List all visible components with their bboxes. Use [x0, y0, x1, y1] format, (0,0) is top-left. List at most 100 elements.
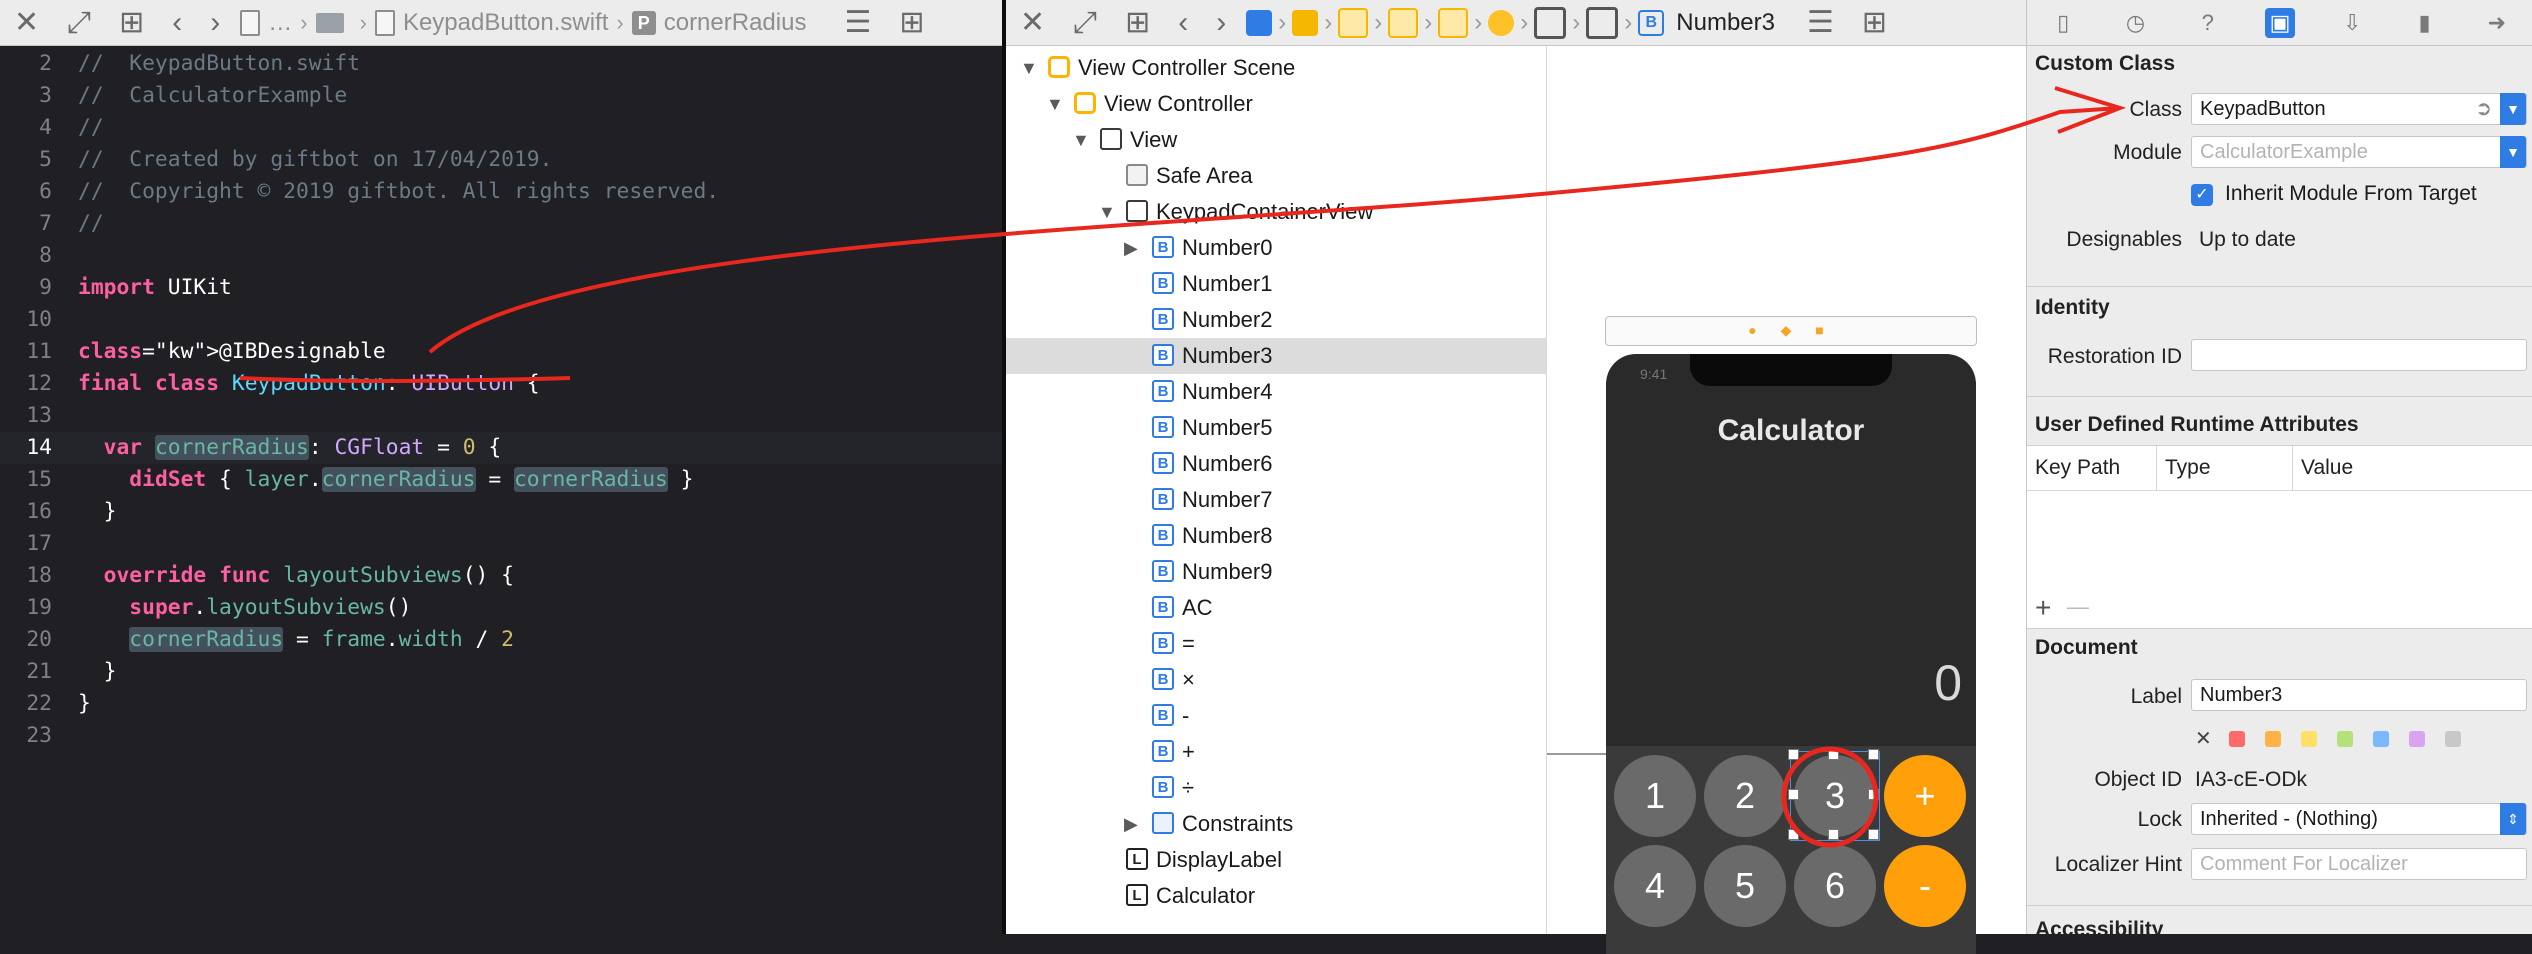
class-field[interactable]: KeypadButton ➲ ▼: [2191, 93, 2527, 125]
code-line[interactable]: 6 // Copyright © 2019 giftbot. All rights…: [0, 176, 1002, 208]
outline-item[interactable]: B =: [1006, 626, 1546, 662]
minimap-lines-icon[interactable]: ☰: [1793, 0, 1848, 45]
resize-handle[interactable]: [1868, 829, 1879, 840]
view-controller-icon[interactable]: [1488, 9, 1515, 36]
remove-attribute-button[interactable]: —: [2067, 594, 2089, 620]
outline-item[interactable]: L Calculator: [1006, 878, 1546, 914]
calculator-title[interactable]: Calculator: [1606, 414, 1976, 448]
resize-handle[interactable]: [1868, 749, 1879, 760]
code-line[interactable]: 15 didSet { layer.cornerRadius = cornerR…: [0, 464, 1002, 496]
resize-handle[interactable]: [1788, 829, 1799, 840]
operator-key[interactable]: -: [1884, 845, 1966, 927]
breadcrumb-selected-object[interactable]: Number3: [1670, 9, 1781, 37]
storyboard-canvas[interactable]: ● ◆ ■ 9:41 Calculator 0 1 2 3 +4 5 6-: [1547, 46, 2026, 954]
disclosure-open-icon[interactable]: ▼: [1020, 50, 1038, 86]
code-line[interactable]: 2 // KeypadButton.swift: [0, 48, 1002, 80]
disclosure-closed-icon[interactable]: ▶: [1124, 806, 1138, 842]
disclosure-closed-icon[interactable]: ▶: [1124, 230, 1138, 266]
code-line[interactable]: 8: [0, 240, 1002, 272]
outline-item[interactable]: B Number8: [1006, 518, 1546, 554]
outline-item[interactable]: B Number9: [1006, 554, 1546, 590]
outline-item[interactable]: B Number6: [1006, 446, 1546, 482]
resize-handle[interactable]: [1828, 829, 1839, 840]
view-icon[interactable]: [1534, 6, 1567, 39]
disclosure-open-icon[interactable]: ▼: [1046, 86, 1064, 122]
outline-item[interactable]: B Number5: [1006, 410, 1546, 446]
forward-chevron-icon[interactable]: ›: [196, 0, 234, 45]
go-to-class-icon[interactable]: ➲: [2475, 94, 2492, 124]
code-line[interactable]: 21 }: [0, 656, 1002, 688]
scene-icon[interactable]: [1438, 7, 1469, 38]
expand-icon[interactable]: ⤢: [53, 0, 105, 45]
code-line[interactable]: 12 final class KeypadButton: UIButton {: [0, 368, 1002, 400]
outline-item[interactable]: B ×: [1006, 662, 1546, 698]
code-line[interactable]: 5 // Created by giftbot on 17/04/2019.: [0, 144, 1002, 176]
code-line[interactable]: 20 cornerRadius = frame.width / 2: [0, 624, 1002, 656]
help-inspector-icon[interactable]: ?: [2193, 8, 2223, 38]
chevron-updown-icon[interactable]: ⇕: [2500, 803, 2526, 835]
code-line[interactable]: 9 import UIKit: [0, 272, 1002, 304]
restoration-id-field[interactable]: [2191, 339, 2527, 371]
color-label-swatch[interactable]: [2337, 731, 2353, 747]
outline-item[interactable]: B Number2: [1006, 302, 1546, 338]
scene-dock[interactable]: ● ◆ ■: [1605, 316, 1977, 346]
code-line[interactable]: 3 // CalculatorExample: [0, 80, 1002, 112]
file-inspector-icon[interactable]: ▯: [2048, 8, 2078, 38]
disclosure-open-icon[interactable]: ▼: [1098, 194, 1116, 230]
digit-key[interactable]: 5: [1704, 845, 1786, 927]
color-label-swatch[interactable]: [2229, 731, 2245, 747]
identity-inspector-icon[interactable]: ▣: [2264, 7, 2295, 38]
outline-item[interactable]: B Number7: [1006, 482, 1546, 518]
add-editor-icon[interactable]: ⊞: [1848, 0, 1901, 45]
storyboard-icon[interactable]: [1388, 7, 1419, 38]
add-attribute-button[interactable]: +: [2035, 592, 2051, 624]
display-label[interactable]: 0: [1934, 654, 1962, 712]
source-code[interactable]: 2 // KeypadButton.swift 3 // CalculatorExam…: [0, 48, 1002, 752]
related-items-icon[interactable]: ⊞: [1111, 0, 1164, 45]
connections-inspector-icon[interactable]: ➜: [2482, 8, 2512, 38]
outline-item[interactable]: L DisplayLabel: [1006, 842, 1546, 878]
code-line[interactable]: 13: [0, 400, 1002, 432]
attributes-inspector-icon[interactable]: ⇩: [2337, 8, 2367, 38]
history-inspector-icon[interactable]: ◷: [2120, 8, 2150, 38]
resize-handle[interactable]: [1788, 749, 1799, 760]
code-line[interactable]: 4 //: [0, 112, 1002, 144]
outline-item[interactable]: B +: [1006, 734, 1546, 770]
resize-handle[interactable]: [1788, 789, 1799, 800]
color-label-swatch[interactable]: [2445, 731, 2461, 747]
code-line[interactable]: 11 class="kw">@IBDesignable: [0, 336, 1002, 368]
breadcrumb-symbol[interactable]: PcornerRadius: [626, 9, 813, 37]
outline-item[interactable]: Safe Area: [1006, 158, 1546, 194]
column-header-key-path[interactable]: Key Path: [2027, 446, 2157, 490]
code-line[interactable]: 10: [0, 304, 1002, 336]
color-label-swatch[interactable]: [2301, 731, 2317, 747]
code-line[interactable]: 17: [0, 528, 1002, 560]
localizer-hint-field[interactable]: Comment For Localizer: [2191, 848, 2527, 880]
outline-item[interactable]: ▼ View Controller Scene: [1006, 50, 1546, 86]
code-line[interactable]: 18 override func layoutSubviews() {: [0, 560, 1002, 592]
close-editor-icon[interactable]: ✕: [1006, 0, 1059, 45]
view-icon[interactable]: [1586, 6, 1619, 39]
back-chevron-icon[interactable]: ‹: [158, 0, 196, 45]
outline-item[interactable]: B-: [1006, 698, 1546, 734]
digit-key[interactable]: 1: [1614, 755, 1696, 837]
breadcrumb-file[interactable]: KeypadButton.swift: [369, 9, 614, 37]
outline-item[interactable]: B Number1: [1006, 266, 1546, 302]
breadcrumb-project[interactable]: …: [234, 9, 298, 37]
module-field[interactable]: CalculatorExample ▼: [2191, 136, 2527, 168]
folder-icon[interactable]: [1338, 7, 1369, 38]
color-label-swatch[interactable]: [2373, 731, 2389, 747]
digit-key[interactable]: 6: [1794, 845, 1876, 927]
lock-select[interactable]: Inherited - (Nothing) ⇕: [2191, 803, 2527, 835]
expand-icon[interactable]: ⤢: [1059, 0, 1111, 45]
digit-key[interactable]: 4: [1614, 845, 1696, 927]
code-line[interactable]: 19 super.layoutSubviews(): [0, 592, 1002, 624]
size-inspector-icon[interactable]: ▮: [2410, 8, 2440, 38]
code-line[interactable]: 14 var cornerRadius: CGFloat = 0 {: [0, 432, 1002, 464]
forward-chevron-icon[interactable]: ›: [1202, 0, 1240, 45]
minimap-lines-icon[interactable]: ☰: [830, 0, 885, 45]
project-icon[interactable]: [1246, 9, 1273, 36]
column-header-type[interactable]: Type: [2157, 446, 2293, 490]
device-preview[interactable]: 9:41 Calculator 0 1 2 3 +4 5 6-: [1606, 354, 1976, 954]
back-chevron-icon[interactable]: ‹: [1164, 0, 1202, 45]
